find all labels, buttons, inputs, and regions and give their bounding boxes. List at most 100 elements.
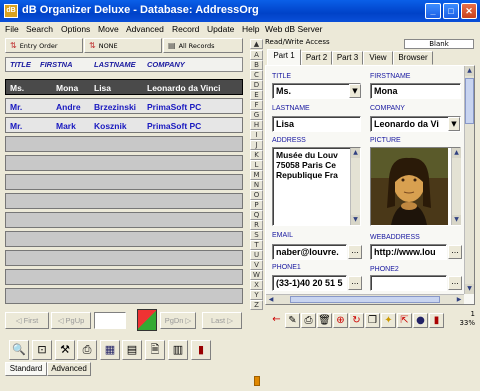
- menu-move[interactable]: Move: [98, 24, 119, 34]
- lastname-field[interactable]: Lisa: [272, 116, 361, 132]
- first-button[interactable]: ◁ First: [5, 312, 49, 329]
- alpha-index-e[interactable]: E: [250, 90, 263, 100]
- alpha-index-c[interactable]: C: [250, 70, 263, 80]
- print-icon[interactable]: ⎙: [301, 313, 316, 328]
- menu-record[interactable]: Record: [172, 24, 199, 34]
- book-icon[interactable]: ▮: [429, 313, 444, 328]
- empty-row[interactable]: [5, 269, 243, 285]
- webaddress-browse-button[interactable]: ...: [448, 245, 462, 259]
- search-icon[interactable]: 🔍: [9, 340, 29, 360]
- webaddress-field[interactable]: http://www.lou: [370, 244, 447, 260]
- empty-row[interactable]: [5, 212, 243, 228]
- calendar-icon[interactable]: ▤: [122, 340, 142, 360]
- scroll-down-icon[interactable]: ▼: [351, 215, 360, 225]
- record-number-input[interactable]: [94, 312, 126, 329]
- copy-icon[interactable]: ❐: [365, 313, 380, 328]
- alpha-index-h[interactable]: H: [250, 120, 263, 130]
- menu-search[interactable]: Search: [26, 24, 53, 34]
- chevron-down-icon[interactable]: ▼: [349, 84, 361, 98]
- alpha-index-g[interactable]: G: [250, 110, 263, 120]
- column-header-lastname[interactable]: LASTNAME: [94, 60, 136, 69]
- alpha-index-a[interactable]: A: [250, 50, 263, 60]
- empty-row[interactable]: [5, 193, 243, 209]
- scroll-thumb[interactable]: [290, 296, 440, 303]
- picture-frame[interactable]: [370, 147, 461, 226]
- tab-standard[interactable]: Standard: [5, 362, 47, 376]
- none-button[interactable]: ⇅ NONE: [84, 38, 162, 53]
- title-field[interactable]: Ms.: [272, 83, 361, 99]
- phone2-browse-button[interactable]: ...: [448, 276, 462, 290]
- alpha-index-p[interactable]: P: [250, 200, 263, 210]
- alpha-index-u[interactable]: U: [250, 250, 263, 260]
- notebook-icon[interactable]: ▮: [191, 340, 211, 360]
- alpha-index-i[interactable]: I: [250, 130, 263, 140]
- empty-row[interactable]: [5, 174, 243, 190]
- entry-order-button[interactable]: ⇅ Entry Order: [5, 38, 83, 53]
- empty-row[interactable]: [5, 288, 243, 304]
- scroll-thumb[interactable]: [465, 78, 474, 124]
- alpha-index-n[interactable]: N: [250, 180, 263, 190]
- alpha-index-f[interactable]: F: [250, 100, 263, 110]
- menu-options[interactable]: Options: [61, 24, 90, 34]
- empty-row[interactable]: [5, 231, 243, 247]
- alpha-index-o[interactable]: O: [250, 190, 263, 200]
- tab-part-1[interactable]: Part 1: [267, 49, 301, 66]
- alpha-index-j[interactable]: J: [250, 140, 263, 150]
- scroll-up-icon[interactable]: ▲: [351, 148, 360, 158]
- phone1-field[interactable]: (33-1)40 20 51 5: [272, 275, 347, 291]
- edit-icon[interactable]: ✎: [285, 313, 300, 328]
- tab-part-3[interactable]: Part 3: [332, 51, 363, 65]
- alpha-index-m[interactable]: M: [250, 170, 263, 180]
- tab-advanced[interactable]: Advanced: [47, 362, 91, 376]
- table-row[interactable]: Ms. Mona Lisa Leonardo da Vinci: [5, 79, 243, 95]
- firstname-field[interactable]: Mona: [370, 83, 461, 99]
- empty-row[interactable]: [5, 155, 243, 171]
- phone2-field[interactable]: [370, 275, 447, 291]
- alpha-index-b[interactable]: B: [250, 60, 263, 70]
- all-records-button[interactable]: ▤ All Records: [163, 38, 243, 53]
- alpha-index-v[interactable]: V: [250, 260, 263, 270]
- tab-view[interactable]: View: [363, 51, 393, 65]
- document-icon[interactable]: 🗎: [145, 340, 165, 360]
- empty-row[interactable]: [5, 136, 243, 152]
- address-scrollbar[interactable]: ▲ ▼: [350, 148, 360, 225]
- pgdn-button[interactable]: PgDn ▷: [160, 312, 196, 329]
- alpha-index-x[interactable]: X: [250, 280, 263, 290]
- column-header-firstname[interactable]: FIRSTNA: [40, 60, 73, 69]
- delete-icon[interactable]: 🗑: [317, 313, 332, 328]
- menu-advanced[interactable]: Advanced: [126, 24, 164, 34]
- alpha-index-w[interactable]: W: [250, 270, 263, 280]
- phone1-browse-button[interactable]: ...: [348, 276, 362, 290]
- tab-browser[interactable]: Browser: [393, 51, 433, 65]
- pgup-button[interactable]: ◁ PgUp: [51, 312, 91, 329]
- empty-row[interactable]: [5, 250, 243, 266]
- alpha-index-y[interactable]: Y: [250, 290, 263, 300]
- column-header-company[interactable]: COMPANY: [147, 60, 185, 69]
- alpha-index-r[interactable]: R: [250, 220, 263, 230]
- refresh-icon[interactable]: ↻: [349, 313, 364, 328]
- last-button[interactable]: Last ▷: [202, 312, 242, 329]
- table-row[interactable]: Mr. Mark Kosznik PrimaSoft PC: [5, 117, 243, 133]
- email-browse-button[interactable]: ...: [348, 245, 362, 259]
- minimize-button[interactable]: _: [425, 3, 441, 19]
- table-row[interactable]: Mr. Andre Brzezinski PrimaSoft PC: [5, 98, 243, 114]
- chart-icon[interactable]: ▥: [168, 340, 188, 360]
- maximize-button[interactable]: □: [443, 3, 459, 19]
- filter-icon[interactable]: ⊡: [32, 340, 52, 360]
- menu-help[interactable]: Help: [242, 24, 259, 34]
- form-horizontal-scrollbar[interactable]: ◀ ▶: [266, 294, 464, 304]
- alpha-index-d[interactable]: D: [250, 80, 263, 90]
- alpha-index-s[interactable]: S: [250, 230, 263, 240]
- scroll-down-icon[interactable]: ▼: [465, 284, 474, 294]
- table-icon[interactable]: ▦: [100, 340, 120, 360]
- add-record-icon[interactable]: ⊕: [333, 313, 348, 328]
- alpha-index-t[interactable]: T: [250, 240, 263, 250]
- scroll-right-icon[interactable]: ▶: [454, 295, 464, 304]
- alpha-index-l[interactable]: L: [250, 160, 263, 170]
- scroll-left-icon[interactable]: ◀: [266, 295, 276, 304]
- tab-part-2[interactable]: Part 2: [301, 51, 332, 65]
- chevron-down-icon[interactable]: ▼: [448, 117, 460, 131]
- printer-icon[interactable]: ⎙: [77, 340, 97, 360]
- form-vertical-scrollbar[interactable]: ▲ ▼: [464, 66, 474, 294]
- menu-web-db-server[interactable]: Web dB Server: [265, 24, 322, 34]
